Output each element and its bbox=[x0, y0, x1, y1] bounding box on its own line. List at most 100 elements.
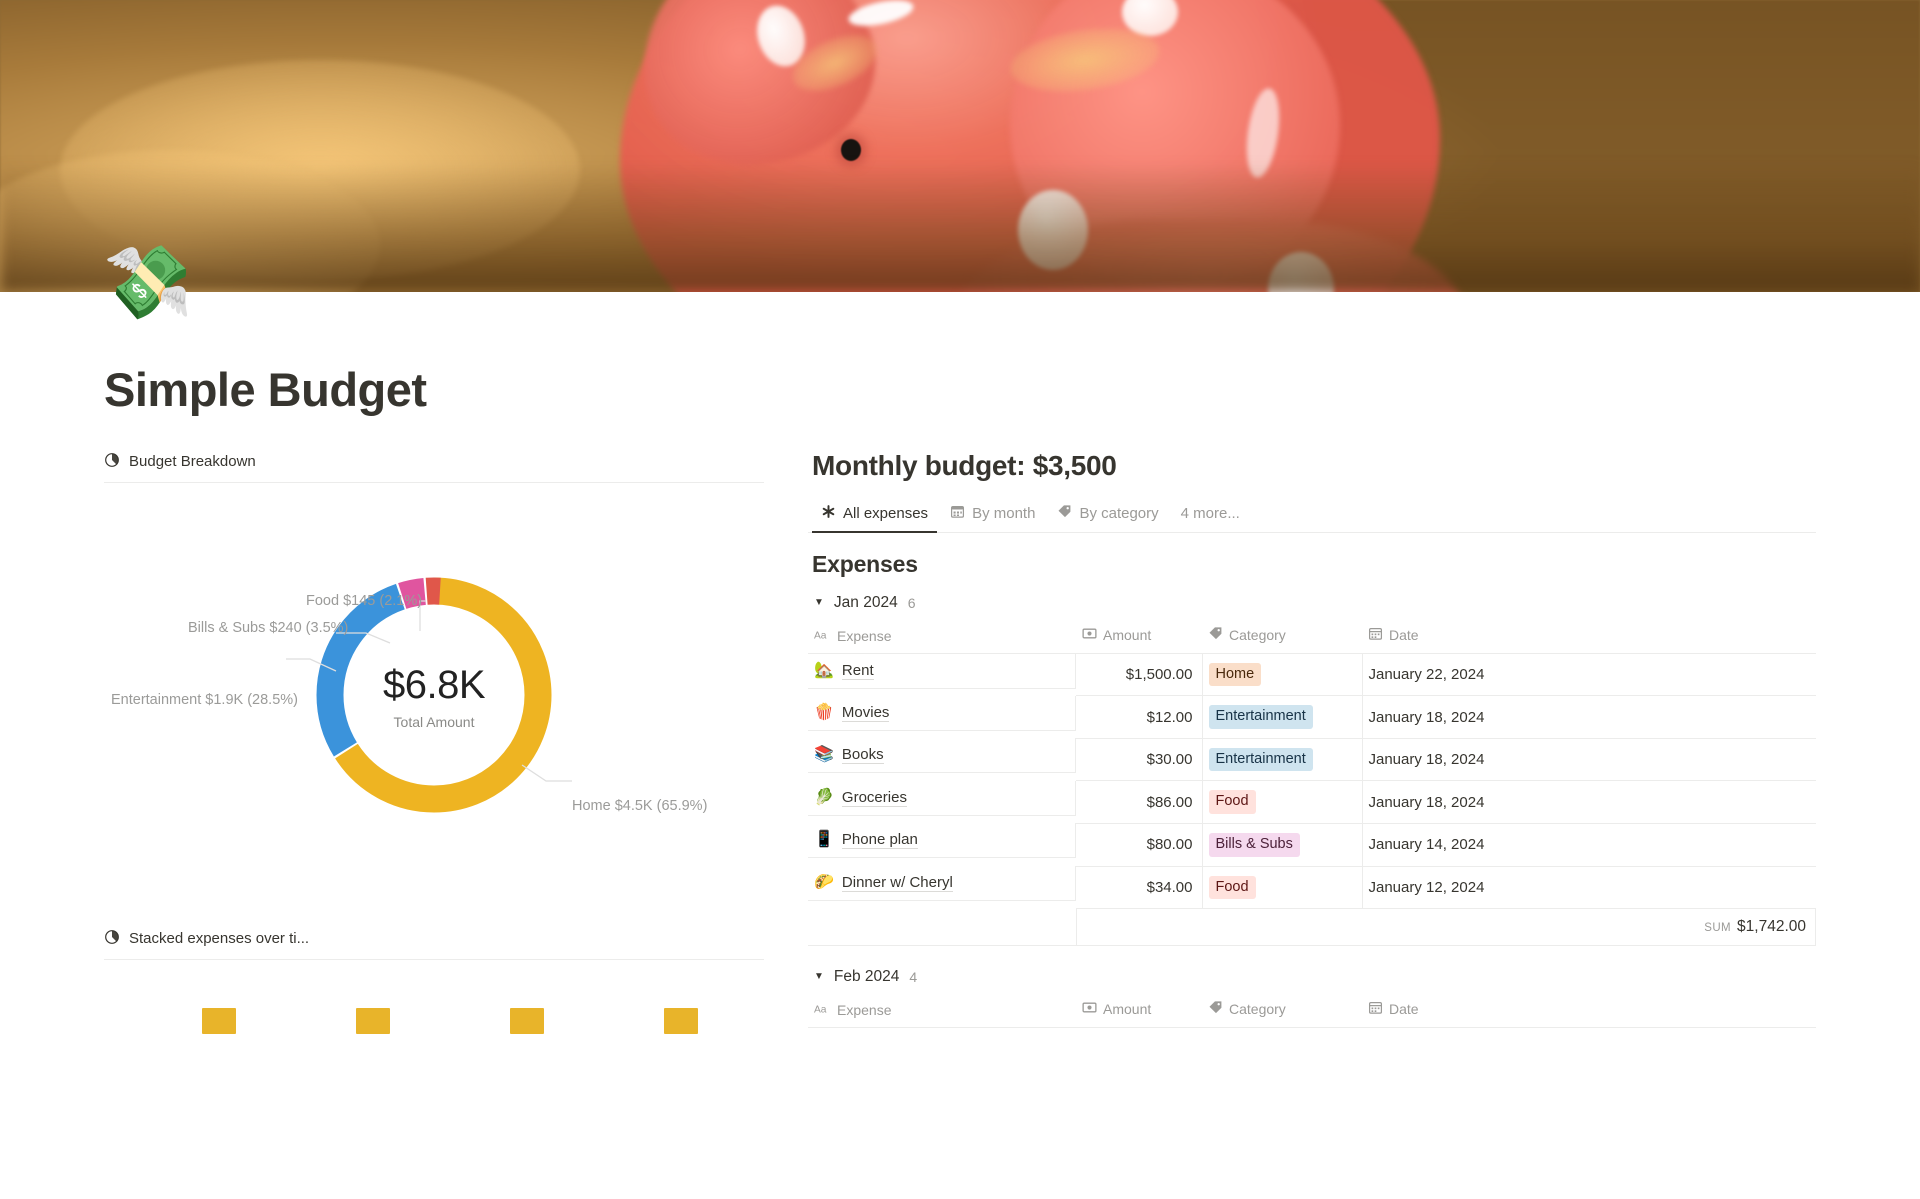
budget-breakdown-block-header[interactable]: Budget Breakdown bbox=[104, 450, 764, 482]
cell-category[interactable]: Home bbox=[1202, 653, 1363, 697]
stacked-bar bbox=[356, 1007, 390, 1034]
cell-amount[interactable]: $86.00 bbox=[1076, 780, 1203, 824]
table-header-row: Aa Expense Amount Category Date bbox=[808, 994, 1816, 1029]
cell-date[interactable]: January 14, 2024 bbox=[1362, 823, 1816, 867]
chart-label-food: Food $145 (2.1%) bbox=[306, 592, 423, 609]
page-title: Simple Budget bbox=[104, 363, 427, 416]
tab-by-category[interactable]: By category bbox=[1048, 498, 1167, 532]
column-header-amount[interactable]: Amount bbox=[1076, 619, 1202, 654]
stacked-bar-columns bbox=[202, 1007, 698, 1034]
column-header-expense[interactable]: Aa Expense bbox=[808, 994, 1076, 1029]
stacked-expenses-block-header[interactable]: Stacked expenses over ti... bbox=[104, 927, 764, 959]
cell-date[interactable]: January 22, 2024 bbox=[1362, 653, 1816, 697]
chart-label-home: Home $4.5K (65.9%) bbox=[572, 797, 708, 814]
cell-date[interactable]: January 18, 2024 bbox=[1362, 695, 1816, 739]
cell-date[interactable]: January 18, 2024 bbox=[1362, 780, 1816, 824]
taco-icon: 🌮 bbox=[814, 874, 834, 891]
database-name: Expenses bbox=[812, 550, 918, 577]
page-content: 💸 Simple Budget Budget Breakdown $6.8K T… bbox=[0, 247, 1920, 1080]
cell-date[interactable]: January 18, 2024 bbox=[1362, 738, 1816, 782]
cell-category[interactable]: Entertainment bbox=[1202, 695, 1363, 739]
books-icon: 📚 bbox=[814, 746, 834, 764]
column-header-category-label: Category bbox=[1229, 1001, 1286, 1018]
sum-spacer bbox=[808, 908, 1077, 947]
page-icon-emoji[interactable]: 💸 bbox=[103, 247, 193, 319]
pie-chart-icon bbox=[104, 452, 120, 472]
table-header-row: Aa Expense Amount Category Date bbox=[808, 619, 1816, 654]
cell-category[interactable]: Food bbox=[1202, 780, 1363, 824]
calendar-icon bbox=[1368, 626, 1383, 644]
stacked-bar-chart[interactable] bbox=[104, 960, 764, 1080]
cell-amount[interactable]: $12.00 bbox=[1076, 695, 1203, 739]
cell-amount[interactable]: $1,500.00 bbox=[1076, 653, 1203, 697]
cell-amount[interactable]: $34.00 bbox=[1076, 866, 1203, 910]
currency-icon bbox=[1082, 1000, 1097, 1018]
page-cover-image bbox=[0, 0, 1920, 292]
sum-value: $1,742.00 bbox=[1737, 918, 1806, 936]
column-header-category-label: Category bbox=[1229, 626, 1286, 643]
donut-chart[interactable]: $6.8K Total Amount Food $145 (2.1%) Bill… bbox=[104, 483, 764, 883]
column-header-date-label: Date bbox=[1389, 1001, 1419, 1018]
column-header-date[interactable]: Date bbox=[1362, 619, 1816, 654]
monthly-budget-heading: Monthly budget: $3,500 bbox=[812, 449, 1117, 481]
expense-name: Groceries bbox=[841, 788, 907, 807]
cell-category[interactable]: Entertainment bbox=[1202, 738, 1363, 782]
chevron-down-icon[interactable]: ▼ bbox=[814, 597, 824, 608]
cell-expense[interactable]: 📱 Phone plan bbox=[808, 823, 1076, 859]
expense-name: Books bbox=[841, 746, 884, 765]
tag-icon bbox=[1208, 1000, 1223, 1018]
cell-expense[interactable]: 🥬 Groceries bbox=[808, 780, 1076, 816]
cell-expense[interactable]: 🏡 Rent bbox=[808, 653, 1076, 689]
column-header-date[interactable]: Date bbox=[1362, 994, 1816, 1029]
mobile-phone-icon: 📱 bbox=[814, 831, 834, 849]
chevron-down-icon[interactable]: ▼ bbox=[814, 972, 824, 982]
tab-more-views[interactable]: 4 more... bbox=[1172, 499, 1249, 531]
column-header-expense[interactable]: Aa Expense bbox=[808, 619, 1076, 654]
table-row[interactable]: 📱 Phone plan $80.00 Bills & Subs January… bbox=[808, 823, 1816, 867]
cover-table-shadow bbox=[0, 162, 1920, 292]
group-count: 4 bbox=[909, 969, 918, 986]
column-header-category[interactable]: Category bbox=[1202, 994, 1362, 1029]
table-sum-row: SUM $1,742.00 bbox=[808, 908, 1816, 947]
cell-category[interactable]: Bills & Subs bbox=[1202, 823, 1363, 867]
table-row[interactable]: 🌮 Dinner w/ Cheryl $34.00 Food January 1… bbox=[808, 866, 1816, 910]
column-header-date-label: Date bbox=[1389, 626, 1419, 643]
asterisk-icon bbox=[821, 504, 836, 523]
tab-all-expenses[interactable]: All expenses bbox=[812, 498, 938, 533]
table-row[interactable]: 🍿 Movies $12.00 Entertainment January 18… bbox=[808, 695, 1816, 739]
category-pill: Food bbox=[1208, 790, 1256, 814]
cell-category[interactable]: Food bbox=[1202, 866, 1363, 910]
stacked-expenses-title: Stacked expenses over ti... bbox=[129, 930, 310, 948]
pie-chart-icon bbox=[104, 929, 120, 949]
sum-amount-cell[interactable]: SUM $1,742.00 bbox=[1076, 908, 1816, 947]
tab-by-month-label: By month bbox=[972, 504, 1036, 522]
tag-icon bbox=[1208, 626, 1223, 644]
category-pill: Home bbox=[1208, 662, 1262, 687]
stacked-bar bbox=[202, 1007, 236, 1034]
text-aa-icon: Aa bbox=[814, 1002, 831, 1018]
cell-amount[interactable]: $30.00 bbox=[1076, 738, 1203, 782]
table-row[interactable]: 🏡 Rent $1,500.00 Home January 22, 2024 bbox=[808, 653, 1816, 697]
cell-expense[interactable]: 🍿 Movies bbox=[808, 695, 1076, 731]
cell-date[interactable]: January 12, 2024 bbox=[1362, 866, 1816, 910]
cell-expense[interactable]: 📚 Books bbox=[808, 738, 1076, 774]
column-header-category[interactable]: Category bbox=[1202, 619, 1362, 654]
category-pill: Entertainment bbox=[1208, 747, 1313, 772]
group-header-jan-2024[interactable]: ▼ Jan 2024 6 bbox=[808, 588, 1816, 620]
table-row[interactable]: 📚 Books $30.00 Entertainment January 18,… bbox=[808, 738, 1816, 782]
chart-label-bills: Bills & Subs $240 (3.5%) bbox=[188, 619, 349, 636]
column-header-expense-label: Expense bbox=[837, 1002, 892, 1019]
category-pill: Entertainment bbox=[1208, 705, 1313, 729]
group-name: Feb 2024 bbox=[833, 968, 900, 986]
tab-by-month[interactable]: By month bbox=[941, 498, 1044, 532]
table-row[interactable]: 🥬 Groceries $86.00 Food January 18, 2024 bbox=[808, 780, 1816, 824]
tab-all-expenses-label: All expenses bbox=[843, 504, 929, 522]
right-column: Monthly budget: $3,500 All expenses By m… bbox=[808, 450, 1816, 1080]
cell-expense[interactable]: 🌮 Dinner w/ Cheryl bbox=[808, 866, 1076, 901]
leafy-green-icon: 🥬 bbox=[814, 788, 834, 806]
expense-name: Rent bbox=[841, 661, 874, 680]
group-header-feb-2024[interactable]: ▼ Feb 2024 4 bbox=[808, 962, 1816, 994]
cell-amount[interactable]: $80.00 bbox=[1076, 823, 1203, 867]
column-header-amount-label: Amount bbox=[1103, 626, 1152, 643]
column-header-amount[interactable]: Amount bbox=[1076, 994, 1202, 1029]
